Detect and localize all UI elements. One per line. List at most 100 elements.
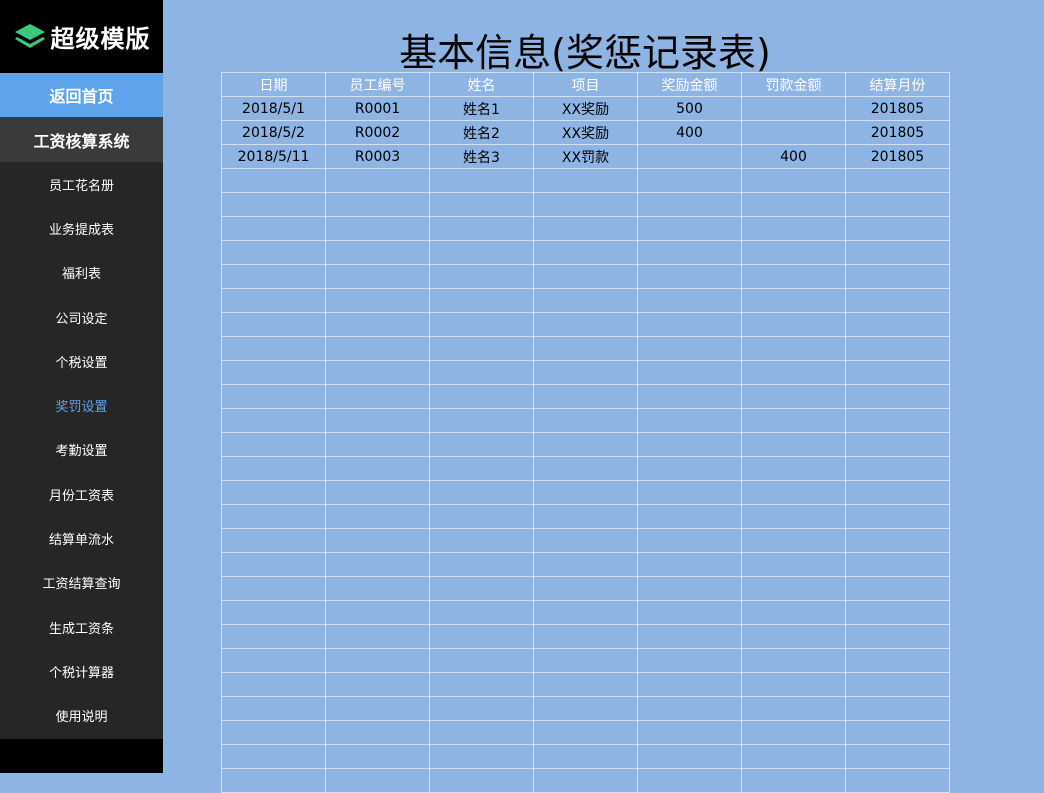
- table-cell[interactable]: [429, 192, 534, 217]
- table-cell[interactable]: [533, 408, 638, 433]
- table-cell[interactable]: [741, 192, 846, 217]
- table-cell[interactable]: [741, 456, 846, 481]
- table-cell[interactable]: [741, 720, 846, 745]
- table-cell[interactable]: [845, 648, 950, 673]
- table-cell[interactable]: [533, 192, 638, 217]
- table-cell[interactable]: [741, 624, 846, 649]
- table-cell[interactable]: [429, 264, 534, 289]
- table-cell[interactable]: [221, 720, 326, 745]
- table-cell[interactable]: [533, 672, 638, 697]
- table-cell[interactable]: [845, 216, 950, 241]
- table-cell[interactable]: [741, 288, 846, 313]
- table-cell[interactable]: [637, 600, 742, 625]
- table-cell[interactable]: [637, 336, 742, 361]
- sidebar-item[interactable]: 生成工资条: [0, 605, 163, 649]
- table-cell[interactable]: 500: [637, 96, 742, 121]
- table-cell[interactable]: [845, 288, 950, 313]
- table-cell[interactable]: [221, 696, 326, 721]
- table-cell[interactable]: [325, 312, 430, 337]
- table-cell[interactable]: [325, 264, 430, 289]
- table-cell[interactable]: [741, 240, 846, 265]
- table-cell[interactable]: XX奖励: [533, 120, 638, 145]
- table-cell[interactable]: [637, 744, 742, 769]
- table-cell[interactable]: [741, 312, 846, 337]
- table-cell[interactable]: R0001: [325, 96, 430, 121]
- table-cell[interactable]: [429, 168, 534, 193]
- table-cell[interactable]: [221, 600, 326, 625]
- table-cell[interactable]: [637, 672, 742, 697]
- table-cell[interactable]: [533, 456, 638, 481]
- table-cell[interactable]: [637, 144, 742, 169]
- table-cell[interactable]: [221, 744, 326, 769]
- table-cell[interactable]: [637, 648, 742, 673]
- table-cell[interactable]: [325, 408, 430, 433]
- table-cell[interactable]: [429, 648, 534, 673]
- table-cell[interactable]: [741, 384, 846, 409]
- table-cell[interactable]: [637, 240, 742, 265]
- table-cell[interactable]: [325, 528, 430, 553]
- table-cell[interactable]: [845, 384, 950, 409]
- table-cell[interactable]: [637, 456, 742, 481]
- table-cell[interactable]: [325, 480, 430, 505]
- home-button[interactable]: 返回首页: [0, 73, 163, 117]
- table-cell[interactable]: [429, 600, 534, 625]
- table-cell[interactable]: [221, 168, 326, 193]
- table-cell[interactable]: [533, 360, 638, 385]
- table-cell[interactable]: [741, 504, 846, 529]
- table-cell[interactable]: [429, 576, 534, 601]
- sidebar-item[interactable]: 月份工资表: [0, 472, 163, 516]
- table-cell[interactable]: [429, 480, 534, 505]
- table-cell[interactable]: [429, 552, 534, 577]
- table-cell[interactable]: [845, 192, 950, 217]
- table-cell[interactable]: [221, 288, 326, 313]
- table-cell[interactable]: R0002: [325, 120, 430, 145]
- table-cell[interactable]: 2018/5/1: [221, 96, 326, 121]
- table-cell[interactable]: [221, 528, 326, 553]
- table-cell[interactable]: [325, 384, 430, 409]
- table-cell[interactable]: [741, 360, 846, 385]
- table-cell[interactable]: [637, 552, 742, 577]
- table-cell[interactable]: [221, 768, 326, 793]
- table-cell[interactable]: [637, 768, 742, 793]
- table-cell[interactable]: [637, 528, 742, 553]
- table-cell[interactable]: 姓名2: [429, 120, 534, 145]
- table-cell[interactable]: [533, 216, 638, 241]
- table-cell[interactable]: [637, 720, 742, 745]
- table-cell[interactable]: [325, 192, 430, 217]
- table-cell[interactable]: [221, 336, 326, 361]
- table-cell[interactable]: [221, 648, 326, 673]
- table-cell[interactable]: [741, 672, 846, 697]
- table-cell[interactable]: [637, 216, 742, 241]
- table-cell[interactable]: [221, 240, 326, 265]
- table-cell[interactable]: [533, 384, 638, 409]
- table-cell[interactable]: [221, 192, 326, 217]
- table-cell[interactable]: [845, 744, 950, 769]
- table-cell[interactable]: [325, 432, 430, 457]
- table-cell[interactable]: [429, 384, 534, 409]
- table-cell[interactable]: [221, 576, 326, 601]
- table-cell[interactable]: [741, 264, 846, 289]
- sidebar-item[interactable]: 结算单流水: [0, 516, 163, 560]
- table-cell[interactable]: [325, 600, 430, 625]
- table-cell[interactable]: [221, 504, 326, 529]
- table-cell[interactable]: [221, 312, 326, 337]
- table-cell[interactable]: [637, 264, 742, 289]
- table-cell[interactable]: [325, 456, 430, 481]
- table-cell[interactable]: [325, 552, 430, 577]
- table-cell[interactable]: [741, 696, 846, 721]
- table-cell[interactable]: 400: [637, 120, 742, 145]
- table-cell[interactable]: [221, 264, 326, 289]
- table-cell[interactable]: [325, 504, 430, 529]
- table-cell[interactable]: [845, 480, 950, 505]
- table-cell[interactable]: [741, 120, 846, 145]
- table-cell[interactable]: [429, 408, 534, 433]
- table-cell[interactable]: [533, 168, 638, 193]
- table-cell[interactable]: 201805: [845, 96, 950, 121]
- table-cell[interactable]: [221, 432, 326, 457]
- table-cell[interactable]: [637, 192, 742, 217]
- table-cell[interactable]: 2018/5/2: [221, 120, 326, 145]
- table-cell[interactable]: [429, 216, 534, 241]
- table-cell[interactable]: [637, 312, 742, 337]
- sidebar-item[interactable]: 奖罚设置: [0, 383, 163, 427]
- table-cell[interactable]: [325, 240, 430, 265]
